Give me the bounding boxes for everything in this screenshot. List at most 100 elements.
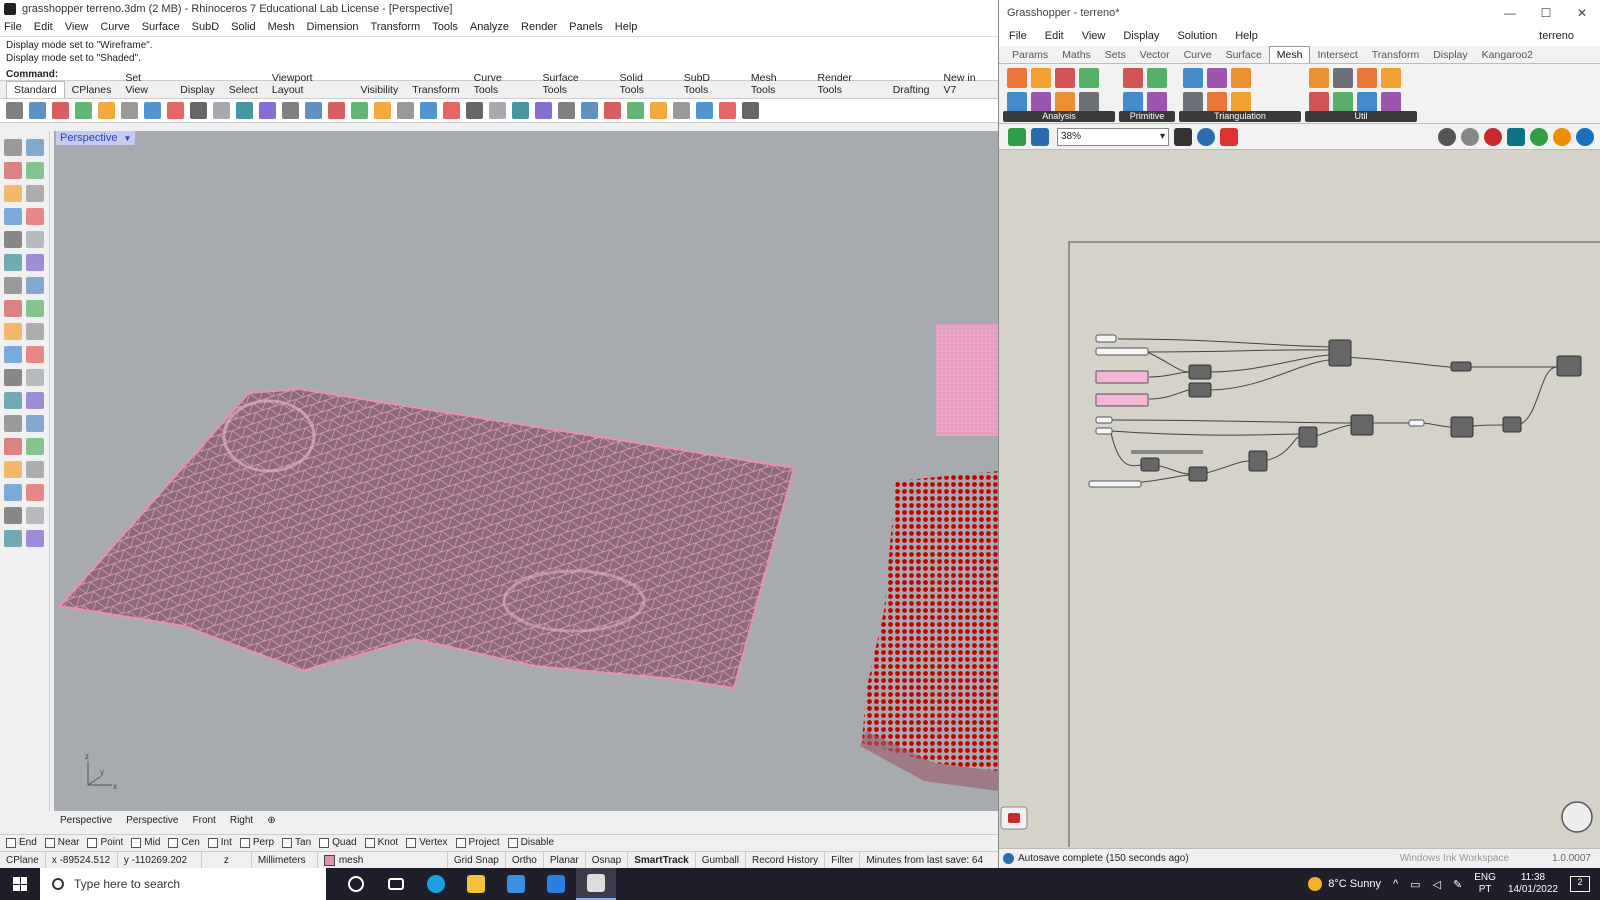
- gh-tab-sets[interactable]: Sets: [1098, 47, 1133, 63]
- osnap-near[interactable]: Near: [44, 837, 79, 848]
- menu-solid[interactable]: Solid: [231, 21, 255, 33]
- gh-component-icon[interactable]: [1333, 92, 1353, 112]
- osnap-vertex[interactable]: Vertex: [406, 837, 448, 848]
- gh-component-icon[interactable]: [1007, 92, 1027, 112]
- sidebar-tool-icon[interactable]: [26, 231, 44, 248]
- sidebar-tool-icon[interactable]: [4, 392, 22, 409]
- gh-param[interactable]: [1095, 427, 1113, 435]
- gh-component-icon[interactable]: [1031, 68, 1051, 88]
- osnap-perp[interactable]: Perp: [239, 837, 274, 848]
- preview-selected-icon[interactable]: [1484, 127, 1502, 146]
- start-button[interactable]: [0, 868, 40, 900]
- clock[interactable]: 11:38 14/01/2022: [1508, 872, 1558, 896]
- sidebar-tool-icon[interactable]: [26, 369, 44, 386]
- gh-component[interactable]: [1298, 426, 1318, 448]
- gh-param[interactable]: [1408, 419, 1425, 427]
- gh-component[interactable]: [1140, 457, 1160, 472]
- gh-tab-curve[interactable]: Curve: [1177, 47, 1219, 63]
- toolbar-tool-icon[interactable]: [535, 102, 552, 119]
- pink-mesh-patch[interactable]: [936, 324, 998, 436]
- close-icon[interactable]: ✕: [1564, 0, 1600, 26]
- preview-wire-icon[interactable]: [1438, 127, 1456, 146]
- sidebar-tool-icon[interactable]: [26, 162, 44, 179]
- toolbar-tool-icon[interactable]: [604, 102, 621, 119]
- toolbar-tool-icon[interactable]: [236, 102, 253, 119]
- tab-surface-tools[interactable]: Surface Tools: [536, 70, 613, 98]
- gh-component-icon[interactable]: [1357, 68, 1377, 88]
- toolbar-tool-icon[interactable]: [696, 102, 713, 119]
- toolbar-tool-icon[interactable]: [719, 102, 736, 119]
- gh-tab-display[interactable]: Display: [1426, 47, 1474, 63]
- toolbar-tool-icon[interactable]: [512, 102, 529, 119]
- gh-component-icon[interactable]: [1147, 68, 1167, 88]
- sidebar-tool-icon[interactable]: [4, 185, 22, 202]
- gh-group-label[interactable]: Primitive: [1119, 111, 1175, 122]
- gh-menu-solution[interactable]: Solution: [1177, 30, 1217, 42]
- sidebar-tool-icon[interactable]: [26, 415, 44, 432]
- gh-panel[interactable]: [1095, 393, 1149, 407]
- sidebar-tool-icon[interactable]: [26, 507, 44, 524]
- zoom-extents-icon[interactable]: [1174, 127, 1192, 146]
- menu-tools[interactable]: Tools: [432, 21, 458, 33]
- viewport-tab-perspective-2[interactable]: Perspective: [126, 815, 178, 826]
- gh-menu-file[interactable]: File: [1009, 30, 1027, 42]
- toolbar-tool-icon[interactable]: [190, 102, 207, 119]
- osnap-mid[interactable]: Mid: [131, 837, 160, 848]
- gh-group-label[interactable]: Util: [1305, 111, 1417, 122]
- gh-panel[interactable]: [1095, 370, 1149, 384]
- sidebar-tool-icon[interactable]: [4, 300, 22, 317]
- sidebar-tool-icon[interactable]: [4, 415, 22, 432]
- gh-component[interactable]: [1188, 364, 1212, 380]
- sidebar-tool-icon[interactable]: [4, 484, 22, 501]
- sidebar-tool-icon[interactable]: [4, 139, 22, 156]
- menu-render[interactable]: Render: [521, 21, 557, 33]
- menu-curve[interactable]: Curve: [100, 21, 129, 33]
- gh-number-slider[interactable]: [1088, 480, 1142, 488]
- ink-workspace-label[interactable]: Windows Ink Workspace: [1400, 853, 1509, 864]
- toolbar-tool-icon[interactable]: [351, 102, 368, 119]
- osnap-point[interactable]: Point: [87, 837, 123, 848]
- cortana-icon[interactable]: [336, 868, 376, 900]
- gh-component[interactable]: [1556, 355, 1582, 377]
- tab-drafting[interactable]: Drafting: [886, 82, 937, 98]
- toolbar-tool-icon[interactable]: [213, 102, 230, 119]
- open-file-icon[interactable]: [1008, 127, 1026, 146]
- network-icon[interactable]: ▭: [1410, 878, 1420, 891]
- gh-document-name[interactable]: terreno: [1539, 30, 1574, 42]
- menu-panels[interactable]: Panels: [569, 21, 603, 33]
- status-filter[interactable]: Filter: [825, 852, 861, 868]
- sidebar-tool-icon[interactable]: [4, 438, 22, 455]
- sidebar-tool-icon[interactable]: [4, 346, 22, 363]
- gh-number-slider[interactable]: [1095, 347, 1149, 356]
- menu-transform[interactable]: Transform: [371, 21, 421, 33]
- tab-transform[interactable]: Transform: [405, 82, 466, 98]
- toolbar-tool-icon[interactable]: [167, 102, 184, 119]
- sidebar-tool-icon[interactable]: [26, 392, 44, 409]
- status-cplane[interactable]: CPlane: [0, 852, 46, 868]
- sidebar-tool-icon[interactable]: [4, 231, 22, 248]
- gh-component[interactable]: [1188, 466, 1208, 482]
- toolbar-tool-icon[interactable]: [443, 102, 460, 119]
- gh-component[interactable]: [1450, 416, 1474, 438]
- save-file-icon[interactable]: [1031, 127, 1049, 146]
- gh-group-label[interactable]: Triangulation: [1179, 111, 1301, 122]
- tab-render-tools[interactable]: Render Tools: [810, 70, 885, 98]
- gh-param[interactable]: [1095, 334, 1117, 343]
- sidebar-tool-icon[interactable]: [4, 323, 22, 340]
- gh-component[interactable]: [1502, 416, 1522, 433]
- maximize-icon[interactable]: ☐: [1528, 0, 1564, 26]
- tab-display[interactable]: Display: [173, 82, 221, 98]
- weather-text[interactable]: 8°C Sunny: [1328, 878, 1381, 890]
- toolbar-tool-icon[interactable]: [259, 102, 276, 119]
- tab-select[interactable]: Select: [222, 82, 265, 98]
- osnap-disable[interactable]: Disable: [507, 837, 554, 848]
- sketch-pen-icon[interactable]: [1220, 127, 1238, 146]
- toolbar-tool-icon[interactable]: [144, 102, 161, 119]
- gh-component-icon[interactable]: [1381, 68, 1401, 88]
- viewport-tab-front[interactable]: Front: [193, 815, 216, 826]
- sidebar-tool-icon[interactable]: [26, 139, 44, 156]
- gh-menu-help[interactable]: Help: [1235, 30, 1258, 42]
- gh-component-icon[interactable]: [1123, 92, 1143, 112]
- status-grid-snap[interactable]: Grid Snap: [448, 852, 506, 868]
- gh-tab-transform[interactable]: Transform: [1365, 47, 1426, 63]
